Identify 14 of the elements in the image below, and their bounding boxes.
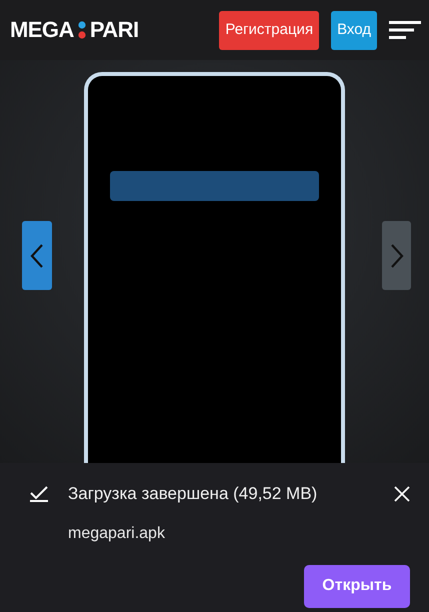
logo-text: PARI (90, 19, 139, 41)
close-icon[interactable] (394, 486, 410, 502)
login-button[interactable]: Вход (331, 10, 377, 50)
open-button[interactable]: Открыть (304, 564, 410, 608)
checkmark-icon (30, 486, 49, 502)
logo-dots-icon (76, 20, 87, 40)
menu-icon[interactable] (389, 20, 421, 40)
logo-text: MEGA (10, 19, 74, 41)
chevron-right-icon (390, 242, 404, 268)
file-name: megapari.apk (68, 524, 166, 544)
chevron-left-icon (30, 242, 44, 268)
previous-button[interactable] (22, 221, 52, 290)
register-button[interactable]: Регистрация (219, 10, 320, 50)
download-status: Загрузка завершена (49,52 MB) (68, 483, 318, 505)
